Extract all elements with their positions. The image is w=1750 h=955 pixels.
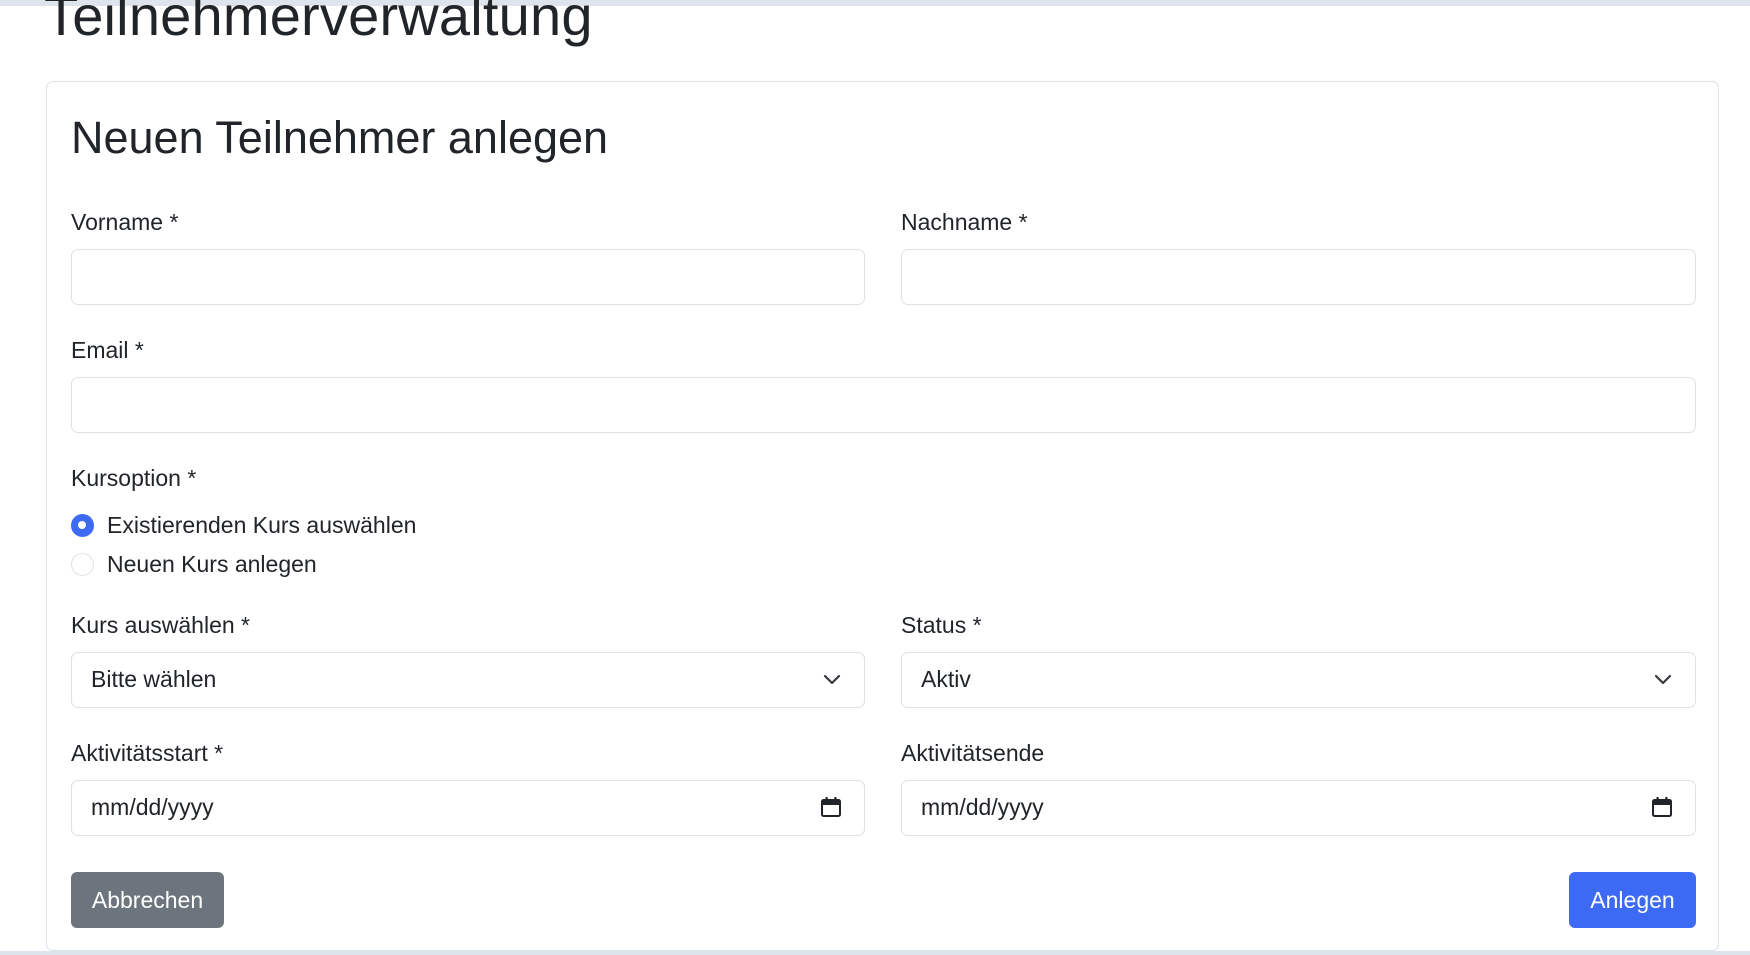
radio-existing-course-label[interactable]: Existierenden Kurs auswählen [107,509,416,541]
email-input[interactable] [71,377,1696,433]
status-select-label: Status * [901,612,982,638]
nachname-label: Nachname * [901,209,1028,235]
radio-existing-course[interactable]: Existierenden Kurs auswählen [71,509,491,541]
radio-new-course-label[interactable]: Neuen Kurs anlegen [107,548,317,580]
calendar-icon[interactable] [819,795,843,819]
aktivitaetsende-value: mm/dd/yyyy [921,794,1044,820]
kurs-select-label: Kurs auswählen * [71,612,250,638]
calendar-icon[interactable] [1650,795,1674,819]
kurs-select-value: Bitte wählen [91,666,217,692]
aktivitaetsstart-label: Aktivitätsstart * [71,740,224,766]
bottom-border-strip [0,951,1750,955]
chevron-down-icon [1654,674,1672,685]
aktivitaetsende-date-input[interactable]: mm/dd/yyyy [901,780,1696,836]
vorname-label: Vorname * [71,209,179,235]
kurs-select[interactable]: Bitte wählen [71,652,865,708]
form-title: Neuen Teilnehmer anlegen [71,112,609,163]
submit-button[interactable]: Anlegen [1569,872,1696,928]
aktivitaetsende-label: Aktivitätsende [901,740,1045,766]
chevron-down-icon [823,674,841,685]
status-select[interactable]: Aktiv [901,652,1696,708]
kursoption-label: Kursoption * [71,465,197,491]
aktivitaetsstart-value: mm/dd/yyyy [91,794,214,820]
cancel-button[interactable]: Abbrechen [71,872,224,928]
radio-new-course[interactable]: Neuen Kurs anlegen [71,548,371,580]
email-label: Email * [71,337,144,363]
vorname-input[interactable] [71,249,865,305]
radio-new-course-indicator[interactable] [71,553,94,576]
page-title: Teilnehmerverwaltung [44,0,593,47]
aktivitaetsstart-date-input[interactable]: mm/dd/yyyy [71,780,865,836]
radio-existing-course-indicator[interactable] [71,514,94,537]
status-select-value: Aktiv [921,666,971,692]
nachname-input[interactable] [901,249,1696,305]
